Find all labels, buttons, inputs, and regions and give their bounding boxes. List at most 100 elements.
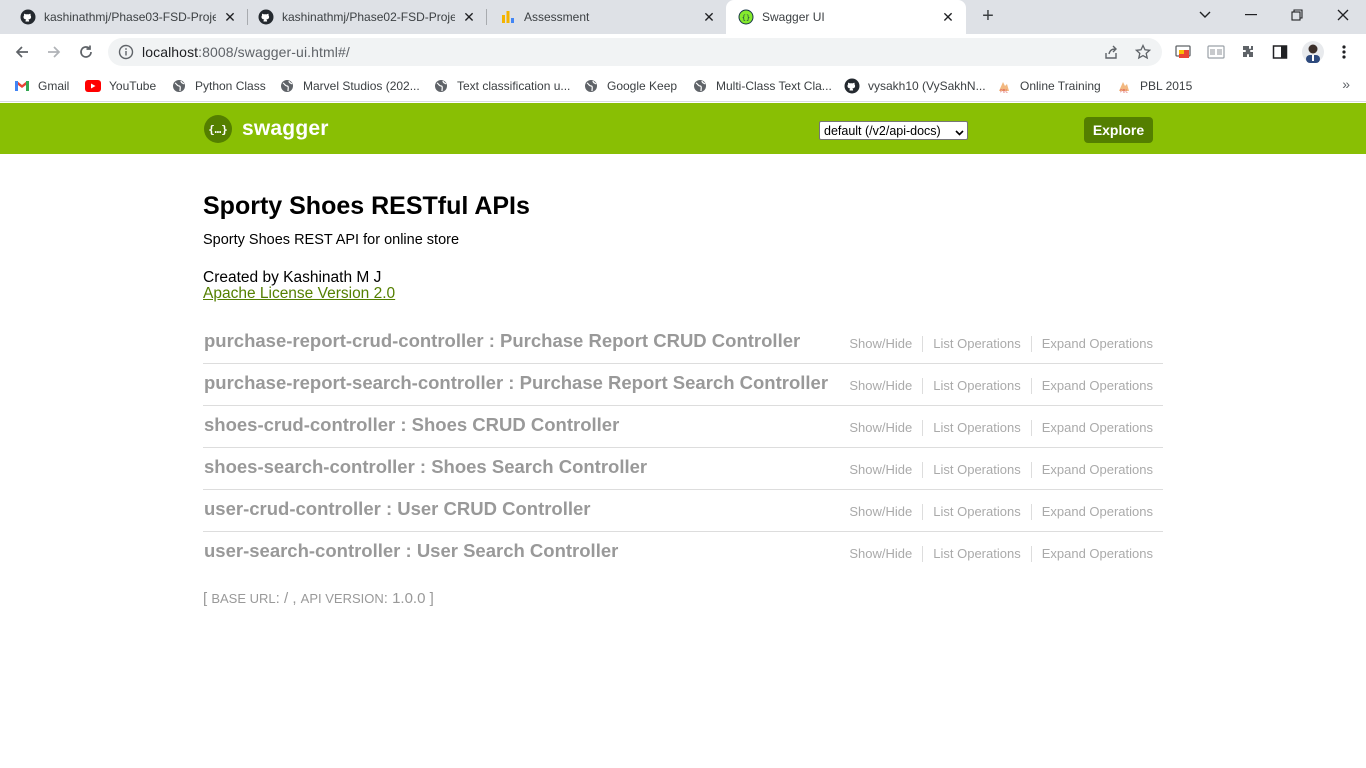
base-url-label: BASE URL bbox=[211, 591, 276, 606]
bookmark-label: YouTube bbox=[109, 79, 157, 93]
show-hide-link[interactable]: Show/Hide bbox=[839, 336, 924, 352]
new-tab-button[interactable]: + bbox=[976, 5, 1000, 29]
reading-mode-icon[interactable] bbox=[1207, 43, 1225, 61]
menu-kebab-icon[interactable] bbox=[1335, 43, 1353, 61]
expand-operations-link[interactable]: Expand Operations bbox=[1032, 336, 1163, 352]
bookmark-marvel-studios[interactable]: Marvel Studios (202... bbox=[279, 77, 420, 95]
show-hide-link[interactable]: Show/Hide bbox=[839, 420, 924, 436]
resource-row: user-crud-controller : User CRUD Control… bbox=[203, 490, 1163, 532]
resource-heading[interactable]: user-crud-controller : User CRUD Control… bbox=[204, 498, 591, 520]
restore-icon[interactable] bbox=[1274, 0, 1320, 30]
svg-text:PBL: PBL bbox=[1120, 89, 1128, 94]
bookmarks-bar: Gmail YouTube Python Class Marvel Studio… bbox=[0, 70, 1366, 102]
svg-text:PBL: PBL bbox=[1000, 89, 1008, 94]
close-window-icon[interactable] bbox=[1320, 0, 1366, 30]
address-bar[interactable]: localhost:8008/swagger-ui.html#/ bbox=[108, 38, 1162, 66]
list-operations-link[interactable]: List Operations bbox=[923, 378, 1032, 394]
globe-icon bbox=[171, 78, 187, 94]
bookmark-label: PBL 2015 bbox=[1140, 79, 1193, 93]
expand-operations-link[interactable]: Expand Operations bbox=[1032, 504, 1163, 520]
tab-swagger-ui[interactable]: {} Swagger UI ✕ bbox=[726, 0, 966, 34]
resource-row: shoes-crud-controller : Shoes CRUD Contr… bbox=[203, 406, 1163, 448]
resource-heading[interactable]: purchase-report-search-controller : Purc… bbox=[204, 372, 828, 394]
expand-operations-link[interactable]: Expand Operations bbox=[1032, 378, 1163, 394]
resource-options: Show/Hide List Operations Expand Operati… bbox=[839, 420, 1163, 436]
tab-search-icon[interactable] bbox=[1182, 0, 1228, 30]
explore-button[interactable]: Explore bbox=[1084, 117, 1153, 143]
show-hide-link[interactable]: Show/Hide bbox=[839, 546, 924, 562]
bookmark-label: vysakh10 (VySakhN... bbox=[868, 79, 986, 93]
resource-row: purchase-report-crud-controller : Purcha… bbox=[203, 322, 1163, 364]
bookmark-star-icon[interactable] bbox=[1134, 43, 1152, 61]
bookmark-google-keep[interactable]: Google Keep bbox=[583, 77, 677, 95]
bookmark-multi-class[interactable]: Multi-Class Text Cla... bbox=[692, 77, 832, 95]
close-icon[interactable]: ✕ bbox=[222, 9, 238, 25]
resource-options: Show/Hide List Operations Expand Operati… bbox=[839, 336, 1163, 352]
bookmark-text-classification[interactable]: Text classification u... bbox=[433, 77, 570, 95]
api-footer: [ BASE URL: / , API VERSION: 1.0.0 ] bbox=[203, 590, 434, 607]
svg-text:{}: {} bbox=[742, 14, 750, 22]
github-icon bbox=[20, 9, 36, 25]
minimize-icon[interactable] bbox=[1228, 0, 1274, 30]
globe-icon bbox=[279, 78, 295, 94]
side-panel-icon[interactable] bbox=[1271, 43, 1289, 61]
show-hide-link[interactable]: Show/Hide bbox=[839, 504, 924, 520]
swagger-logo-text: swagger bbox=[242, 117, 329, 140]
tab-assessment[interactable]: Assessment ✕ bbox=[480, 0, 727, 34]
gmail-icon bbox=[14, 78, 30, 94]
api-spec-select[interactable]: default (/v2/api-docs) bbox=[819, 121, 968, 140]
tab-title: kashinathmj/Phase02-FSD-Project bbox=[282, 10, 455, 24]
bookmark-label: Online Training bbox=[1020, 79, 1101, 93]
resource-options: Show/Hide List Operations Expand Operati… bbox=[839, 504, 1163, 520]
list-operations-link[interactable]: List Operations bbox=[923, 504, 1032, 520]
bookmark-youtube[interactable]: YouTube bbox=[85, 77, 156, 95]
bookmark-pbl-2015[interactable]: PBL PBL 2015 bbox=[1116, 77, 1192, 95]
back-icon[interactable] bbox=[9, 39, 35, 65]
site-info-icon[interactable] bbox=[118, 44, 134, 60]
list-operations-link[interactable]: List Operations bbox=[923, 420, 1032, 436]
resource-heading[interactable]: purchase-report-crud-controller : Purcha… bbox=[204, 330, 800, 352]
globe-icon bbox=[583, 78, 599, 94]
tab-title: Assessment bbox=[524, 10, 590, 24]
extensions-icon[interactable] bbox=[1239, 43, 1257, 61]
resource-options: Show/Hide List Operations Expand Operati… bbox=[839, 462, 1163, 478]
tab-phase02[interactable]: kashinathmj/Phase02-FSD-Project ✕ bbox=[238, 0, 487, 34]
pbl-icon: PBL bbox=[1116, 78, 1132, 94]
show-hide-link[interactable]: Show/Hide bbox=[839, 378, 924, 394]
resource-heading[interactable]: shoes-crud-controller : Shoes CRUD Contr… bbox=[204, 414, 619, 436]
bookmarks-overflow-icon[interactable]: » bbox=[1342, 76, 1350, 92]
swagger-icon: {} bbox=[738, 9, 754, 25]
bookmark-vysakh10[interactable]: vysakh10 (VySakhN... bbox=[844, 77, 986, 95]
chevron-down-icon bbox=[955, 126, 964, 136]
show-hide-link[interactable]: Show/Hide bbox=[839, 462, 924, 478]
youtube-icon bbox=[85, 78, 101, 94]
close-icon[interactable]: ✕ bbox=[461, 9, 477, 25]
share-icon[interactable] bbox=[1102, 43, 1120, 61]
tab-title: kashinathmj/Phase03-FSD-Project bbox=[44, 10, 216, 24]
forward-icon[interactable] bbox=[41, 39, 67, 65]
list-operations-link[interactable]: List Operations bbox=[923, 462, 1032, 478]
list-operations-link[interactable]: List Operations bbox=[923, 546, 1032, 562]
footer-open-bracket: [ bbox=[203, 590, 208, 607]
swagger-logo-icon: {…} bbox=[204, 115, 232, 143]
bookmark-label: Python Class bbox=[195, 79, 266, 93]
pbl-icon: PBL bbox=[996, 78, 1012, 94]
profile-avatar[interactable] bbox=[1302, 41, 1324, 63]
bookmark-gmail[interactable]: Gmail bbox=[14, 77, 69, 95]
resource-heading[interactable]: shoes-search-controller : Shoes Search C… bbox=[204, 456, 647, 478]
resource-heading[interactable]: user-search-controller : User Search Con… bbox=[204, 540, 618, 562]
expand-operations-link[interactable]: Expand Operations bbox=[1032, 462, 1163, 478]
swagger-logo[interactable]: {…} swagger bbox=[204, 115, 329, 143]
close-icon[interactable]: ✕ bbox=[940, 9, 956, 25]
bookmark-online-training[interactable]: PBL Online Training bbox=[996, 77, 1101, 95]
expand-operations-link[interactable]: Expand Operations bbox=[1032, 420, 1163, 436]
list-operations-link[interactable]: List Operations bbox=[923, 336, 1032, 352]
tab-phase03[interactable]: kashinathmj/Phase03-FSD-Project ✕ bbox=[0, 0, 248, 34]
expand-operations-link[interactable]: Expand Operations bbox=[1032, 546, 1163, 562]
license-link[interactable]: Apache License Version 2.0 bbox=[203, 285, 395, 303]
globe-icon bbox=[692, 78, 708, 94]
close-icon[interactable]: ✕ bbox=[701, 9, 717, 25]
reload-icon[interactable] bbox=[73, 39, 99, 65]
media-icon[interactable] bbox=[1175, 43, 1193, 61]
bookmark-python-class[interactable]: Python Class bbox=[171, 77, 266, 95]
